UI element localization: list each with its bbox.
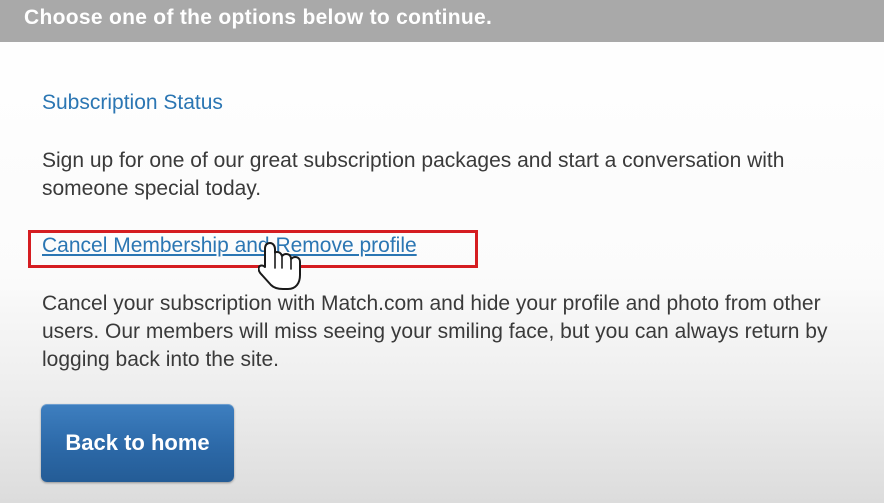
subscription-description: Sign up for one of our great subscriptio…: [42, 149, 785, 200]
back-to-home-button[interactable]: Back to home: [41, 404, 234, 482]
cancel-membership-link[interactable]: Cancel Membership and Remove profile: [42, 234, 417, 258]
page-title: Choose one of the options below to conti…: [24, 6, 493, 29]
cancel-description: Cancel your subscription with Match.com …: [42, 292, 828, 371]
header-bar: Choose one of the options below to conti…: [0, 0, 884, 42]
hand-pointer-icon: [258, 242, 301, 290]
subscription-status-heading: Subscription Status: [42, 91, 223, 114]
